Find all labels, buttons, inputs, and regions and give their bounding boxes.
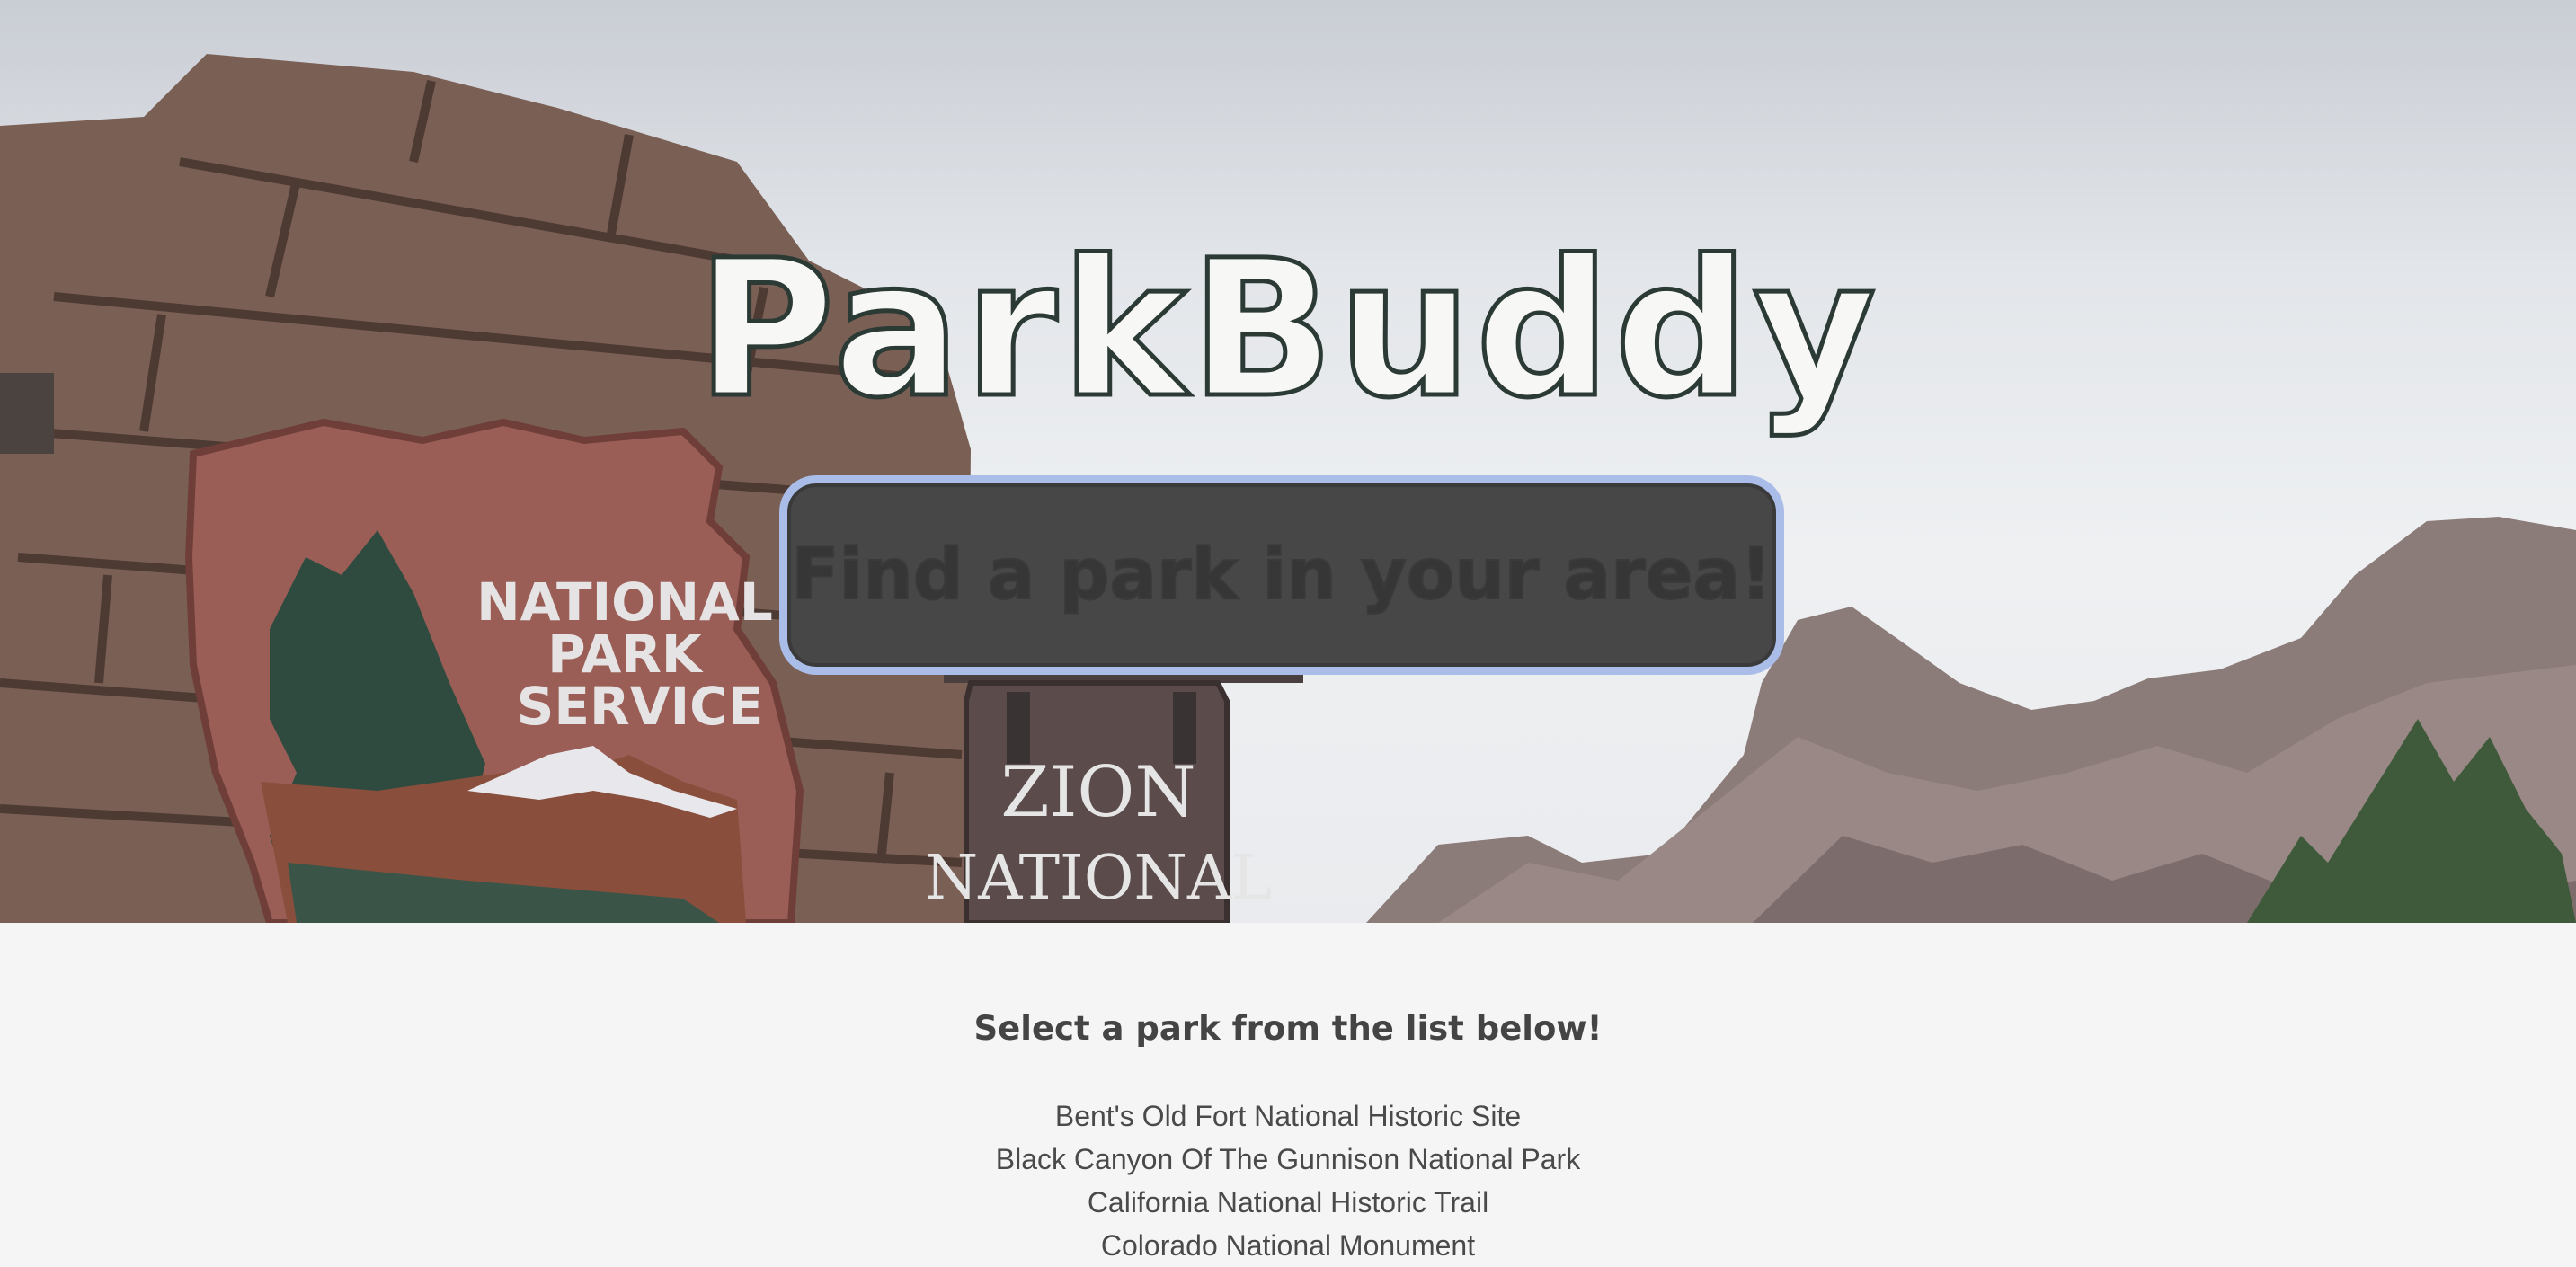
sign-park-line1: ZION [1000,752,1195,833]
find-park-button-label: Find a park in your area! [790,534,1773,616]
park-list-item[interactable]: Black Canyon Of The Gunnison National Pa… [0,1138,2576,1181]
park-list-item[interactable]: Colorado National Monument [0,1224,2576,1267]
hero-background-image: NATIONAL PARK SERVICE ZION NATIONAL [0,54,2576,923]
page-title: ParkBuddy [694,219,1880,439]
park-list: Bent's Old Fort National Historic Site B… [0,1094,2576,1267]
park-selection-section: Select a park from the list below! Bent'… [0,923,2576,1267]
find-park-button[interactable]: Find a park in your area! [787,483,1776,667]
park-list-item[interactable]: California National Historic Trail [0,1181,2576,1224]
hero-banner: NATIONAL PARK SERVICE ZION NATIONAL Park… [0,0,2576,923]
park-list-item[interactable]: Bent's Old Fort National Historic Site [0,1094,2576,1138]
park-list-heading: Select a park from the list below! [973,1009,1603,1048]
sign-emblem-line3: SERVICE [517,676,764,737]
sign-park-line2: NATIONAL [925,843,1273,914]
